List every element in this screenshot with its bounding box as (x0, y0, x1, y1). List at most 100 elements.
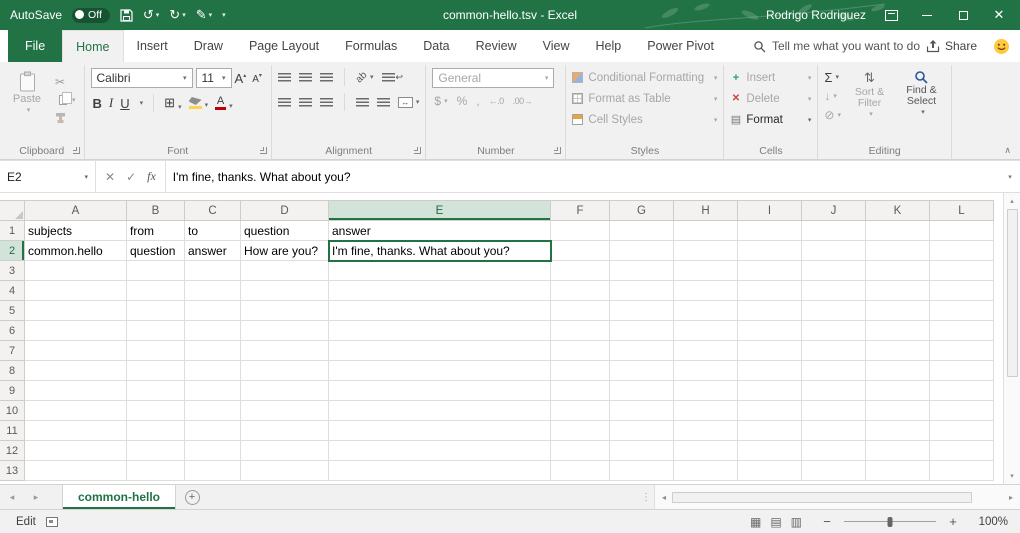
font-color-button[interactable]: A▾ (215, 96, 233, 110)
cell-A8[interactable] (25, 361, 127, 381)
cell-H12[interactable] (674, 441, 738, 461)
zoom-level[interactable]: 100% (970, 516, 1008, 528)
formula-bar-expand-icon[interactable]: ▾ (1000, 161, 1020, 192)
cell-A10[interactable] (25, 401, 127, 421)
cell-J12[interactable] (802, 441, 866, 461)
cell-L8[interactable] (930, 361, 994, 381)
cell-C5[interactable] (185, 301, 241, 321)
autosave-toggle[interactable]: Off (72, 8, 110, 23)
cell-J13[interactable] (802, 461, 866, 481)
row-header-6[interactable]: 6 (0, 321, 25, 341)
cell-D10[interactable] (241, 401, 329, 421)
cell-G11[interactable] (610, 421, 674, 441)
scroll-up-icon[interactable]: ▴ (1010, 195, 1014, 207)
cell-styles-button[interactable]: Cell Styles ▾ (572, 110, 717, 129)
tab-data[interactable]: Data (410, 30, 462, 62)
increase-indent-button[interactable] (377, 98, 390, 107)
column-header-H[interactable]: H (674, 200, 738, 221)
row-header-8[interactable]: 8 (0, 361, 25, 381)
cell-L5[interactable] (930, 301, 994, 321)
align-left-button[interactable] (278, 98, 291, 107)
column-header-G[interactable]: G (610, 200, 674, 221)
cell-H4[interactable] (674, 281, 738, 301)
paste-button[interactable]: Paste ▾ (6, 68, 48, 114)
cell-K5[interactable] (866, 301, 930, 321)
cell-I7[interactable] (738, 341, 802, 361)
cell-K7[interactable] (866, 341, 930, 361)
cell-A6[interactable] (25, 321, 127, 341)
fill-button[interactable]: ↓▾ (824, 89, 841, 103)
cell-H9[interactable] (674, 381, 738, 401)
cell-G4[interactable] (610, 281, 674, 301)
cell-K9[interactable] (866, 381, 930, 401)
increase-decimal-button[interactable]: ←.0 (489, 96, 504, 106)
conditional-formatting-button[interactable]: Conditional Formatting ▾ (572, 68, 717, 87)
cell-F6[interactable] (551, 321, 610, 341)
cell-K1[interactable] (866, 221, 930, 241)
cell-K4[interactable] (866, 281, 930, 301)
close-button[interactable]: ✕ (988, 0, 1010, 30)
cell-F3[interactable] (551, 261, 610, 281)
scroll-left-icon[interactable]: ◂ (658, 491, 670, 503)
cell-A13[interactable] (25, 461, 127, 481)
cell-A7[interactable] (25, 341, 127, 361)
enter-button[interactable]: ✓ (126, 170, 136, 184)
cell-E3[interactable] (329, 261, 551, 281)
cell-K10[interactable] (866, 401, 930, 421)
cell-K13[interactable] (866, 461, 930, 481)
cell-E5[interactable] (329, 301, 551, 321)
cell-C2[interactable]: answer (185, 241, 241, 261)
cell-C10[interactable] (185, 401, 241, 421)
undo-button[interactable]: ↺ ▾ (143, 7, 159, 23)
font-name-select[interactable]: Calibri ▾ (91, 68, 193, 88)
cell-E7[interactable] (329, 341, 551, 361)
tab-power-pivot[interactable]: Power Pivot (634, 30, 727, 62)
cell-G9[interactable] (610, 381, 674, 401)
cell-E12[interactable] (329, 441, 551, 461)
column-header-A[interactable]: A (25, 200, 127, 221)
cell-L6[interactable] (930, 321, 994, 341)
cell-G1[interactable] (610, 221, 674, 241)
zoom-out-button[interactable]: − (820, 514, 834, 529)
cell-C12[interactable] (185, 441, 241, 461)
cell-H7[interactable] (674, 341, 738, 361)
cell-J6[interactable] (802, 321, 866, 341)
cell-G2[interactable] (610, 241, 674, 261)
format-painter-button[interactable] (55, 111, 76, 124)
borders-button[interactable]: ⊞▾ (164, 95, 181, 111)
decrease-indent-button[interactable] (356, 98, 369, 107)
column-header-J[interactable]: J (802, 200, 866, 221)
cell-A12[interactable] (25, 441, 127, 461)
align-bottom-button[interactable] (320, 73, 333, 82)
cell-I11[interactable] (738, 421, 802, 441)
cut-button[interactable]: ✂ (55, 75, 76, 88)
insert-function-button[interactable]: fx (147, 169, 156, 184)
redo-button[interactable]: ↻ ▾ (169, 7, 185, 23)
normal-view-icon[interactable]: ▦ (750, 515, 761, 529)
cell-C1[interactable]: to (185, 221, 241, 241)
clear-button[interactable]: ⊘▾ (824, 108, 841, 122)
italic-button[interactable]: I (109, 95, 113, 111)
cell-D7[interactable] (241, 341, 329, 361)
cell-L4[interactable] (930, 281, 994, 301)
maximize-button[interactable] (952, 0, 974, 30)
cell-G8[interactable] (610, 361, 674, 381)
cell-H8[interactable] (674, 361, 738, 381)
formula-input[interactable]: I'm fine, thanks. What about you? (166, 161, 1000, 192)
sort-filter-button[interactable]: ⇅ Sort & Filter ▾ (846, 68, 893, 118)
cell-L7[interactable] (930, 341, 994, 361)
format-cells-button[interactable]: ▤ Format ▾ (730, 110, 811, 129)
cell-E10[interactable] (329, 401, 551, 421)
cell-D11[interactable] (241, 421, 329, 441)
save-button[interactable] (120, 9, 133, 22)
cell-F12[interactable] (551, 441, 610, 461)
align-top-button[interactable] (278, 73, 291, 82)
find-select-button[interactable]: Find & Select ▾ (898, 68, 945, 116)
cell-D8[interactable] (241, 361, 329, 381)
cell-G12[interactable] (610, 441, 674, 461)
cell-F1[interactable] (551, 221, 610, 241)
clipboard-dialog-launcher-icon[interactable] (73, 147, 80, 154)
tab-review[interactable]: Review (463, 30, 530, 62)
cell-D5[interactable] (241, 301, 329, 321)
collapse-ribbon-button[interactable]: ∧ (1004, 145, 1011, 156)
